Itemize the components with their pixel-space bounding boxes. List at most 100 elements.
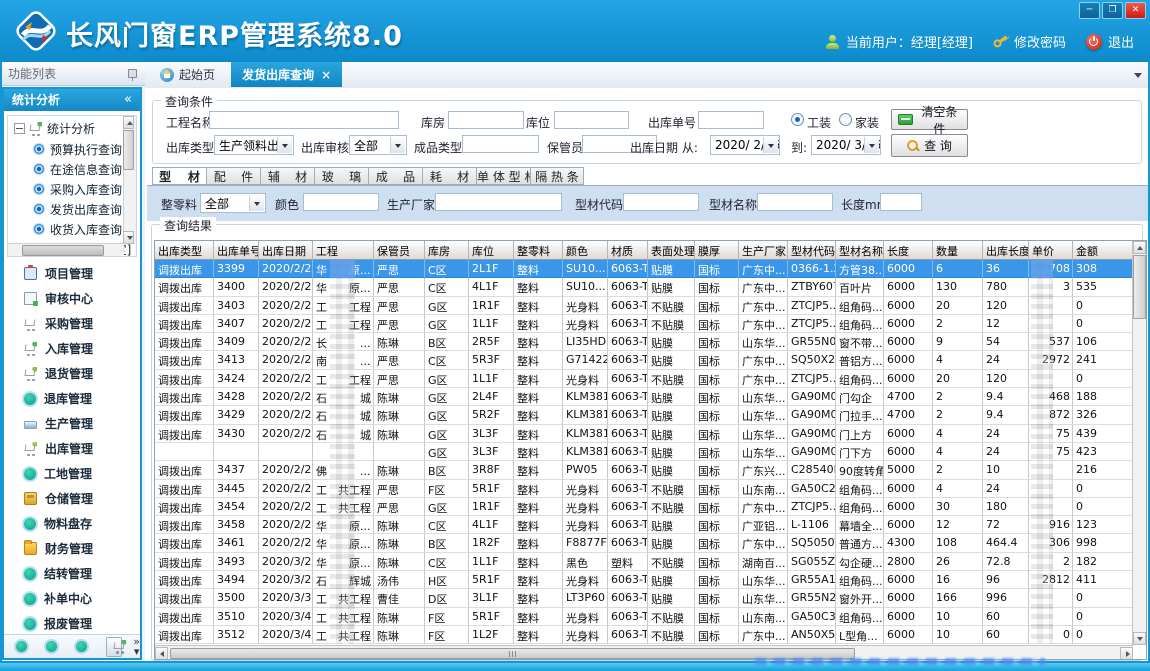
column-header[interactable]: 膜厚 — [695, 241, 739, 260]
outbound-type-select[interactable]: 生产领料出库 — [214, 135, 294, 155]
material-tab[interactable]: 配 件 — [206, 167, 260, 185]
shortcut-circle-icon[interactable] — [16, 641, 27, 652]
table-row[interactable]: 调拨出库34542020/2/28工 共工程严思G区1R1F整料光身料6063-… — [155, 498, 1133, 516]
column-header[interactable]: 生产厂家 — [739, 241, 788, 260]
date-from-picker[interactable]: 2020/ 2/16 — [710, 135, 780, 155]
sidebar-menu-item[interactable]: 采购管理 — [4, 311, 140, 336]
scroll-left-icon[interactable] — [155, 647, 168, 660]
column-header[interactable]: 颜色 — [563, 241, 608, 260]
table-row[interactable]: 调拨出库34072020/2/25工 工程严思G区1L1F整料光身料6063-T… — [155, 315, 1133, 333]
material-tab[interactable]: 耗 材 — [422, 167, 476, 185]
sidebar-menu-item[interactable]: 结转管理 — [4, 561, 140, 586]
tab-start-page[interactable]: 起始页 — [149, 62, 226, 87]
close-button[interactable]: ✕ — [1125, 2, 1146, 19]
industrial-radio[interactable] — [791, 113, 804, 126]
sidebar-menu-item[interactable]: 财务管理 — [4, 536, 140, 561]
table-row[interactable]: 调拨出库34942020/3/2石 辉城汤伟H区5R1F整料光身料6063-T5… — [155, 571, 1133, 589]
table-row[interactable]: 调拨出库34452020/2/27工 共工程严思F区5R1F整料光身料6063-… — [155, 480, 1133, 498]
sidebar-menu-item[interactable]: 出库管理 — [4, 436, 140, 461]
table-row[interactable]: 调拨出库34292020/2/26石 城陈琳G区5R2F整料KLM3817606… — [155, 406, 1133, 424]
column-header[interactable]: 保管员 — [374, 241, 425, 260]
column-header[interactable]: 长度 — [884, 241, 933, 260]
column-header[interactable]: 出库长度 — [983, 241, 1029, 260]
tab-list-dropdown-icon[interactable] — [1134, 73, 1142, 78]
table-row[interactable]: 调拨出库34242020/2/26工 工程严思G区1L1F整料光身料6063-T… — [155, 370, 1133, 388]
material-tab[interactable]: 成 品 — [368, 167, 422, 185]
table-row[interactable]: 调拨出库34372020/2/27佛 ...陈琳B区3R8F整料PW056063… — [155, 461, 1133, 479]
tree-item[interactable]: 采购入库查询 — [8, 179, 136, 199]
table-vertical-scrollbar[interactable] — [1132, 241, 1146, 645]
column-header[interactable]: 工程 — [313, 241, 374, 260]
scroll-thumb[interactable] — [22, 245, 104, 256]
warehouse-input[interactable] — [448, 111, 524, 129]
manufacturer-input[interactable] — [435, 193, 562, 211]
tree-item[interactable]: 收货入库查询 — [8, 219, 136, 239]
sidebar-menu-item[interactable]: 退货管理 — [4, 361, 140, 386]
scroll-thumb[interactable] — [170, 648, 855, 659]
sidebar-menu-item[interactable]: 物料盘存 — [4, 511, 140, 536]
table-row[interactable]: 调拨出库34302020/2/26石 城陈琳G区3L3F整料KLM3817606… — [155, 425, 1133, 443]
date-to-picker[interactable]: 2020/ 3/16 — [811, 135, 881, 155]
column-header[interactable]: 金额 — [1073, 241, 1133, 260]
material-tab[interactable]: 玻 璃 — [314, 167, 368, 185]
maximize-button[interactable]: ❐ — [1102, 2, 1123, 19]
material-tab[interactable]: 单 体 型 材 — [476, 167, 530, 185]
table-row[interactable]: 调拨出库34282020/2/26石 城陈琳G区2L4F整料KLM3817606… — [155, 388, 1133, 406]
location-input[interactable] — [554, 111, 629, 129]
search-button[interactable]: 查 询 — [891, 134, 968, 157]
shortcut-circle-icon[interactable] — [46, 641, 57, 652]
tree-expander-icon[interactable] — [14, 123, 25, 134]
collapse-icon[interactable]: « — [124, 89, 132, 111]
home-decor-radio[interactable] — [839, 113, 852, 126]
table-row[interactable]: 调拨出库33992020/2/25华 原...严思C区2L1F整料SU10...… — [155, 260, 1133, 278]
logout-button[interactable]: 退出 — [1086, 32, 1134, 51]
tree-item[interactable]: 预算执行查询 — [8, 139, 136, 159]
sidebar-menu-item[interactable]: 工地管理 — [4, 461, 140, 486]
table-row[interactable]: 调拨出库34092020/2/25长 ...陈琳B区2R5F整料LI35HD60… — [155, 333, 1133, 351]
pin-icon[interactable] — [128, 69, 137, 78]
column-header[interactable]: 表面处理 — [648, 241, 695, 260]
sidebar-menu-item[interactable]: 项目管理 — [4, 261, 140, 286]
sidebar-menu-item[interactable]: 生产管理 — [4, 411, 140, 436]
table-row[interactable]: 调拨出库34932020/3/2华 原...陈琳C区1L1F整料黑色塑料不贴膜国… — [155, 553, 1133, 571]
table-row[interactable]: 调拨出库34002020/2/25华 原...严思C区4L1F整料SU10...… — [155, 278, 1133, 296]
sidebar-menu-item[interactable]: 退库管理 — [4, 386, 140, 411]
column-header[interactable]: 材质 — [608, 241, 648, 260]
scroll-up-icon[interactable] — [1133, 241, 1146, 254]
column-header[interactable]: 数量 — [933, 241, 983, 260]
product-type-input[interactable] — [462, 135, 539, 153]
profile-name-input[interactable] — [757, 193, 833, 211]
column-header[interactable]: 出库类型 — [155, 241, 214, 260]
tree-vertical-scrollbar[interactable] — [123, 116, 136, 244]
column-header[interactable]: 出库日期 — [259, 241, 313, 260]
shortcut-cart-button[interactable] — [106, 637, 122, 657]
table-row[interactable]: G区3L3F整料KLM38176063-T5贴膜国标山东华...GA90M09.… — [155, 443, 1133, 461]
tree-horizontal-scrollbar[interactable] — [8, 243, 124, 256]
column-header[interactable]: 库位 — [469, 241, 514, 260]
sidebar-menu-item[interactable]: 仓储管理 — [4, 486, 140, 511]
change-password-button[interactable]: 修改密码 — [993, 32, 1066, 51]
table-row[interactable]: 调拨出库35002020/3/3工 共工程曹佳D区3L1F整料LT3P60606… — [155, 589, 1133, 607]
sidebar-menu-item[interactable]: 审核中心 — [4, 286, 140, 311]
section-header-statistics[interactable]: 统计分析 « — [4, 89, 140, 111]
sidebar-menu-item[interactable]: 入库管理 — [4, 336, 140, 361]
whole-part-select[interactable]: 全部 — [200, 193, 266, 213]
tab-shipping-outbound-query[interactable]: 发货出库查询 × — [231, 62, 342, 87]
column-header[interactable]: 出库单号 — [214, 241, 259, 260]
column-header[interactable]: 库房 — [425, 241, 469, 260]
scroll-thumb[interactable] — [123, 130, 134, 170]
order-no-input[interactable] — [698, 111, 764, 129]
table-row[interactable]: 调拨出库35102020/3/4工 共工程陈琳F区5R1F整料光身料6063-T… — [155, 608, 1133, 626]
scroll-right-icon[interactable] — [1120, 647, 1133, 660]
table-row[interactable]: 调拨出库34132020/2/26南 ...严思C区5R3F整料G7142260… — [155, 351, 1133, 369]
sidebar-menu-item[interactable]: 补单中心 — [4, 586, 140, 611]
more-options-button[interactable]: »▾ — [133, 637, 140, 657]
column-header[interactable]: 型材代码 — [788, 241, 836, 260]
table-row[interactable]: 调拨出库34032020/2/25工 工程严思G区1R1F整料光身料6063-T… — [155, 297, 1133, 315]
tree-item[interactable]: 在途信息查询[待 — [8, 159, 136, 179]
shortcut-circle-icon[interactable] — [76, 641, 87, 652]
length-input[interactable] — [880, 193, 922, 211]
sidebar-menu-item[interactable]: 报废管理 — [4, 611, 140, 634]
color-input[interactable] — [303, 193, 379, 211]
scroll-up-icon[interactable] — [123, 116, 134, 129]
